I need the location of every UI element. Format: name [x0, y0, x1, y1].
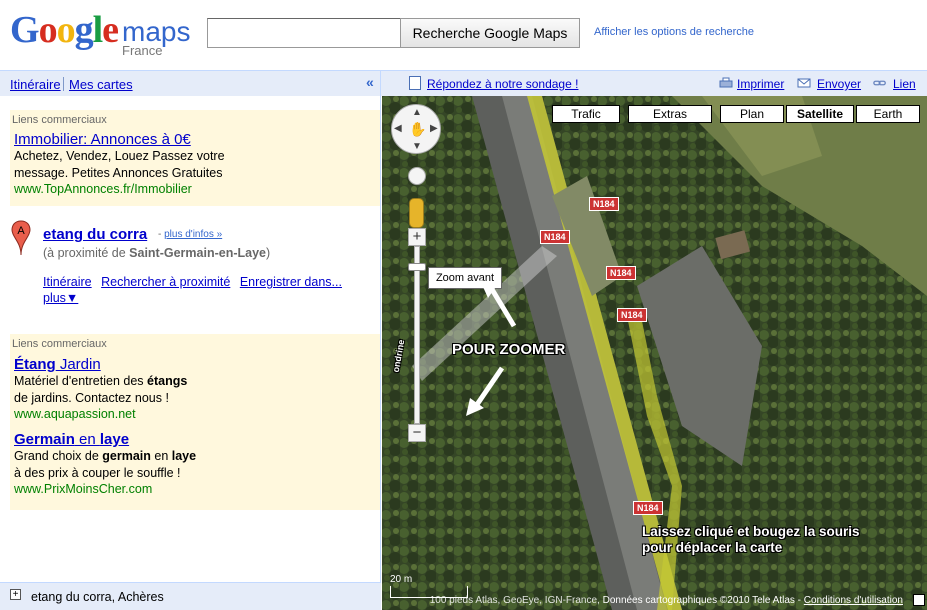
ad-etang-title-bold: Étang	[14, 356, 56, 373]
survey-clipboard-icon	[409, 76, 421, 90]
header: Google maps France Recherche Google Maps…	[0, 0, 927, 68]
marker-a-icon[interactable]: A	[11, 220, 31, 256]
toolbar-divider	[63, 77, 64, 91]
ad-etang-title-link[interactable]: Étang Jardin	[14, 356, 101, 373]
marker-letter: A	[17, 225, 25, 237]
google-maps-logo[interactable]: Google maps France	[10, 8, 190, 60]
result-actions: Itinéraire Rechercher à proximité Enregi…	[43, 274, 363, 306]
result-search-nearby-link[interactable]: Rechercher à proximité	[101, 275, 230, 289]
itinerary-link[interactable]: Itinéraire	[10, 77, 61, 92]
bottom-bar-text: etang du corra, Achères	[31, 590, 164, 604]
ad-etang-body-bold: étangs	[147, 374, 188, 388]
map-type-satellite-button[interactable]: Satellite	[786, 105, 854, 123]
zoom-slider-track[interactable]	[414, 246, 420, 424]
ad-url[interactable]: www.TopAnnonces.fr/Immobilier	[10, 182, 380, 196]
road-label: N184	[606, 266, 636, 280]
copyright: 100 pieds Atlas, GeoEye, IGN-France, Don…	[382, 592, 927, 610]
copyright-text: Données cartographiques ©2010 Tele Atlas…	[602, 595, 804, 606]
ad-germain-body-mid: en	[150, 449, 172, 463]
my-maps-link[interactable]: Mes cartes	[69, 77, 133, 92]
map-type-traffic-button[interactable]: Trafic	[552, 105, 620, 123]
search-button[interactable]: Recherche Google Maps	[400, 18, 580, 48]
result-itinerary-link[interactable]: Itinéraire	[43, 275, 92, 289]
hand-icon: ✋	[409, 121, 427, 137]
result-more-link[interactable]: plus▼	[43, 291, 78, 305]
link-link[interactable]: Lien	[893, 77, 916, 91]
print-link[interactable]: Imprimer	[737, 77, 784, 91]
toolbar: Itinéraire Mes cartes « Répondez à notre…	[0, 70, 927, 97]
sidebar-toolbar: Itinéraire Mes cartes «	[0, 71, 381, 97]
ad-etang-body-post: de jardins. Contactez nous !	[14, 391, 169, 405]
road-label: N184	[617, 308, 647, 322]
zoom-annotation: POUR ZOOMER	[452, 341, 566, 358]
reset-view-button[interactable]	[408, 167, 426, 185]
drag-annotation-line2: pour déplacer la carte	[642, 540, 783, 555]
road-label: N184	[633, 501, 663, 515]
ad-germain-url[interactable]: www.PrixMoinsCher.com	[10, 482, 380, 496]
road-label: N184	[540, 230, 570, 244]
pan-up-icon[interactable]: ▲	[412, 107, 422, 118]
search-options-link[interactable]: Afficher les options de recherche	[594, 26, 754, 38]
map-canvas[interactable]: Trafic Extras Plan Satellite Earth ▲ ◀ ▶…	[382, 96, 927, 610]
ad-germain-body-post: à des prix à couper le souffle !	[14, 466, 181, 480]
ad-title-link[interactable]: Immobilier: Annonces à 0€	[14, 131, 191, 148]
ad-germain-title-mid: en	[74, 431, 100, 448]
zoom-slider-handle[interactable]	[408, 263, 426, 271]
pan-right-icon[interactable]: ▶	[430, 123, 438, 134]
near-suffix: )	[266, 246, 271, 260]
logo-country: France	[122, 43, 163, 58]
sidebar: Liens commerciaux Immobilier: Annonces à…	[0, 96, 381, 582]
bottom-bar: + etang du corra, Achères	[0, 582, 381, 610]
search-input[interactable]	[207, 18, 401, 48]
ads-top-block: Liens commerciaux Immobilier: Annonces à…	[10, 110, 380, 206]
result-title-link[interactable]: etang du corra	[43, 226, 147, 243]
envelope-icon	[797, 78, 811, 88]
road-label: N184	[589, 197, 619, 211]
terms-link[interactable]: Conditions d'utilisation	[804, 595, 903, 606]
ads-bottom-block: Liens commerciaux Étang Jardin Matériel …	[10, 334, 380, 510]
ad-germain-title-bold2: laye	[99, 431, 130, 448]
ad-germain-title-bold: Germain	[14, 431, 75, 448]
expand-plus-icon[interactable]: +	[10, 589, 21, 600]
logo-google-text: Google	[10, 9, 119, 51]
send-link[interactable]: Envoyer	[817, 77, 861, 91]
ad-body: Achetez, Vendez, Louez Passez votre mess…	[14, 149, 225, 180]
map-type-plan-button[interactable]: Plan	[720, 105, 784, 123]
map-type-earth-button[interactable]: Earth	[856, 105, 920, 123]
result-more-info: - plus d'infos »	[158, 229, 222, 240]
ad-etang-title-rest: Jardin	[55, 356, 101, 373]
ad-germain-title-link[interactable]: Germain en laye	[14, 431, 129, 448]
ad-germain-body-bold2: laye	[171, 449, 197, 463]
ad-germain-body: Grand choix de germain en laye à des prix…	[10, 448, 380, 482]
near-prefix: (à proximité de	[43, 246, 130, 260]
copyright-faded: 100 pieds Atlas, GeoEye, IGN-France,	[429, 595, 600, 606]
street-view-pegman-icon[interactable]	[409, 198, 424, 228]
overview-toggle-icon[interactable]	[913, 594, 925, 606]
drag-annotation-line1: Laissez cliqué et bougez la souris	[642, 524, 860, 539]
ad-etang-url[interactable]: www.aquapassion.net	[10, 407, 380, 421]
ads-label: Liens commerciaux	[12, 338, 107, 350]
ad-germain-body-pre: Grand choix de	[14, 449, 103, 463]
ad-germain-body-bold: germain	[102, 449, 151, 463]
map-type-extras-button[interactable]: Extras	[628, 105, 712, 123]
ad-etang-body-pre: Matériel d'entretien des	[14, 374, 148, 388]
near-place: Saint-Germain-en-Laye	[129, 246, 266, 260]
result-near: (à proximité de Saint-Germain-en-Laye)	[43, 246, 270, 260]
zoom-in-button[interactable]: +	[408, 228, 426, 246]
result-save-link[interactable]: Enregistrer dans...	[240, 275, 342, 289]
pan-down-icon[interactable]: ▼	[412, 141, 422, 152]
pan-control[interactable]: ▲ ◀ ▶ ▼ ✋	[391, 104, 441, 154]
collapse-sidebar-icon[interactable]: «	[366, 74, 374, 90]
scale-label: 20 m	[390, 574, 413, 585]
survey-link[interactable]: Répondez à notre sondage !	[427, 77, 578, 91]
printer-icon	[719, 77, 733, 88]
pan-left-icon[interactable]: ◀	[394, 123, 402, 134]
ad-etang-body: Matériel d'entretien des étangs de jardin…	[10, 373, 380, 407]
more-info-link[interactable]: plus d'infos »	[164, 229, 222, 240]
ads-label: Liens commerciaux	[12, 114, 107, 126]
chain-link-icon	[873, 80, 886, 86]
